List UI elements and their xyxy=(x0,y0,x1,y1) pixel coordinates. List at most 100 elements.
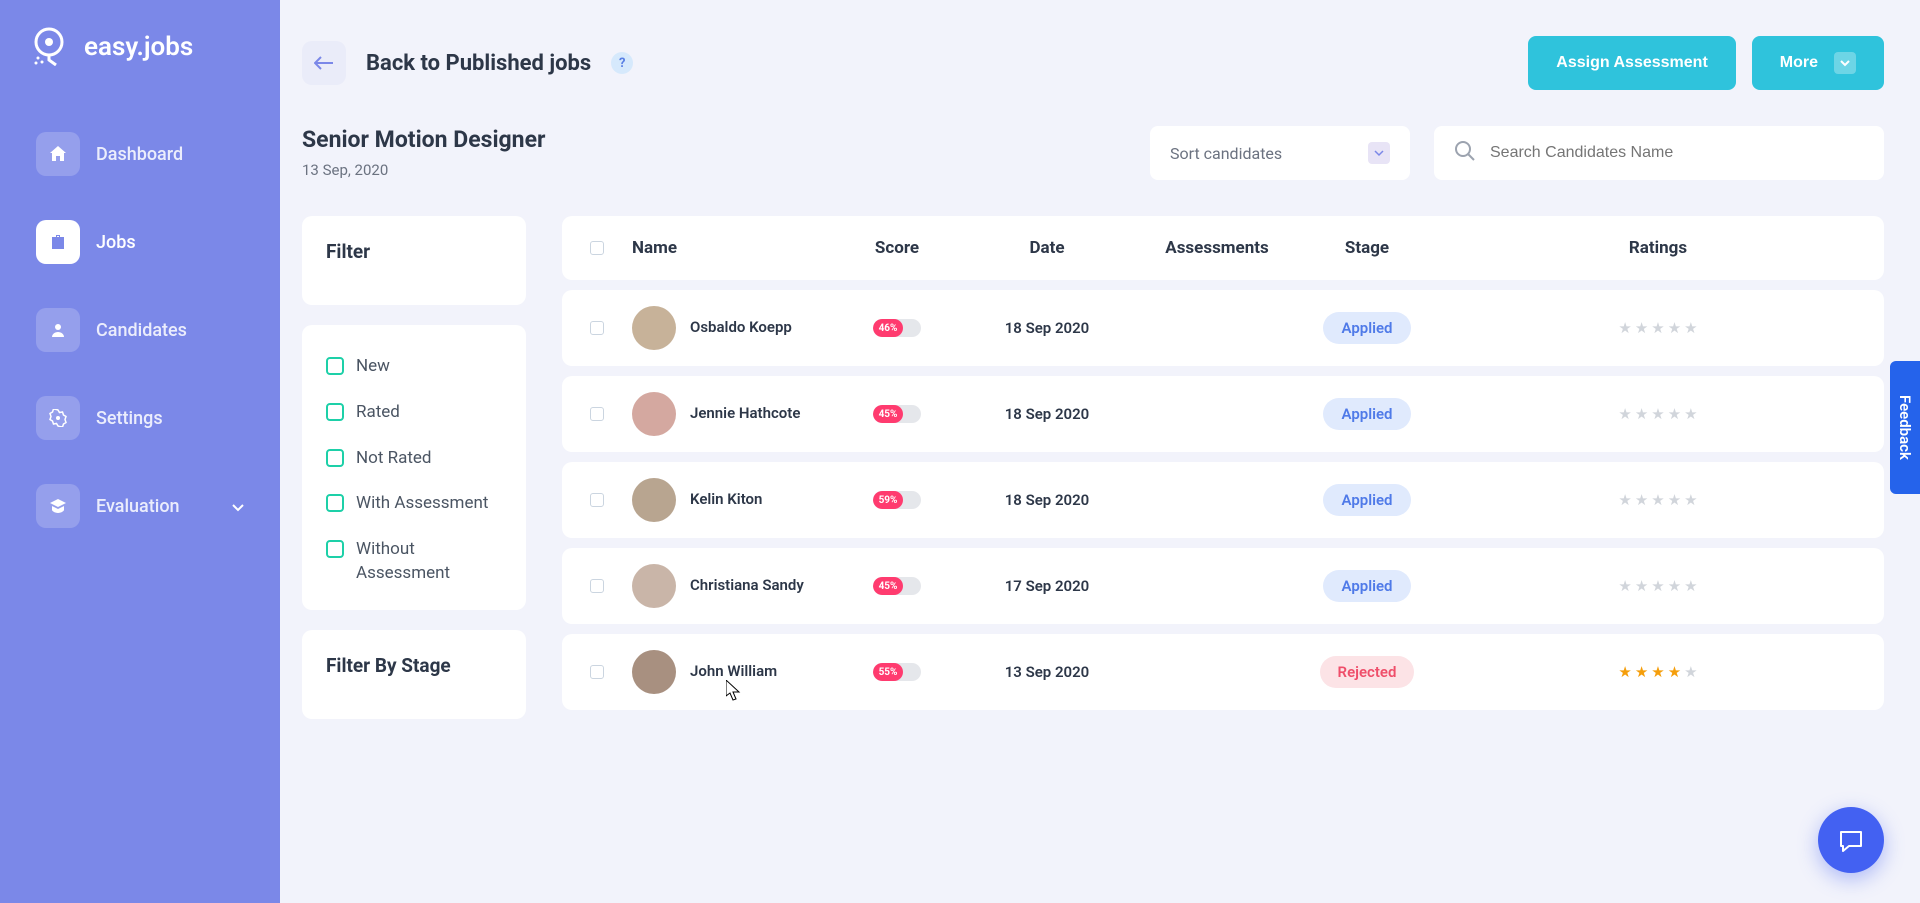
candidate-name: Kelin Kiton xyxy=(690,490,762,510)
star-icon[interactable]: ★ xyxy=(1618,405,1631,423)
briefcase-icon xyxy=(36,220,80,264)
star-icon[interactable]: ★ xyxy=(1651,577,1664,595)
star-icon[interactable]: ★ xyxy=(1684,577,1697,595)
sidebar-item-jobs[interactable]: Jobs xyxy=(20,206,260,278)
checkbox[interactable] xyxy=(326,540,344,558)
star-icon[interactable]: ★ xyxy=(1618,491,1631,509)
job-title: Senior Motion Designer xyxy=(302,126,545,153)
star-icon[interactable]: ★ xyxy=(1635,663,1648,681)
table-row[interactable]: Kelin Kiton59%18 Sep 2020Applied★★★★★ xyxy=(562,462,1884,538)
sidebar-item-dashboard[interactable]: Dashboard xyxy=(20,118,260,190)
row-checkbox[interactable] xyxy=(590,579,604,593)
filter-title: Filter xyxy=(326,240,502,263)
filter-option-not-rated[interactable]: Not Rated xyxy=(326,447,502,471)
rating-stars[interactable]: ★★★★★ xyxy=(1618,319,1697,337)
th-ratings: Ratings xyxy=(1629,238,1687,258)
star-icon[interactable]: ★ xyxy=(1635,319,1648,337)
stage-badge: Rejected xyxy=(1320,656,1415,688)
filter-option-with-assessment[interactable]: With Assessment xyxy=(326,492,502,516)
checkbox[interactable] xyxy=(326,403,344,421)
chat-icon xyxy=(1837,826,1865,854)
star-icon[interactable]: ★ xyxy=(1668,319,1681,337)
th-assessments: Assessments xyxy=(1165,238,1268,258)
filter-option-new[interactable]: New xyxy=(326,355,502,379)
logo-icon xyxy=(28,24,70,70)
checkbox[interactable] xyxy=(326,494,344,512)
filter-label: With Assessment xyxy=(356,492,488,516)
row-checkbox[interactable] xyxy=(590,493,604,507)
star-icon[interactable]: ★ xyxy=(1651,663,1664,681)
sidebar-item-label: Settings xyxy=(96,408,163,429)
feedback-tab[interactable]: Feedback xyxy=(1890,361,1920,494)
date-text: 18 Sep 2020 xyxy=(1005,491,1090,509)
star-icon[interactable]: ★ xyxy=(1635,577,1648,595)
star-icon[interactable]: ★ xyxy=(1668,491,1681,509)
table-row[interactable]: Osbaldo Koepp46%18 Sep 2020Applied★★★★★ xyxy=(562,290,1884,366)
star-icon[interactable]: ★ xyxy=(1635,405,1648,423)
table-row[interactable]: Jennie Hathcote45%18 Sep 2020Applied★★★★… xyxy=(562,376,1884,452)
filter-label: Without Assessment xyxy=(356,538,502,586)
arrow-left-icon xyxy=(314,56,334,70)
checkbox[interactable] xyxy=(326,357,344,375)
sort-dropdown[interactable]: Sort candidates xyxy=(1150,126,1410,180)
sidebar-item-label: Candidates xyxy=(96,320,187,341)
logo[interactable]: easy.jobs xyxy=(20,24,260,70)
filter-option-without-assessment[interactable]: Without Assessment xyxy=(326,538,502,586)
table-row[interactable]: Christiana Sandy45%17 Sep 2020Applied★★★… xyxy=(562,548,1884,624)
filter-option-rated[interactable]: Rated xyxy=(326,401,502,425)
avatar xyxy=(632,478,676,522)
stage-badge: Applied xyxy=(1323,570,1410,602)
sidebar-item-candidates[interactable]: Candidates xyxy=(20,294,260,366)
sidebar-item-label: Dashboard xyxy=(96,144,183,165)
gear-icon xyxy=(36,396,80,440)
star-icon[interactable]: ★ xyxy=(1635,491,1648,509)
candidate-name: John William xyxy=(690,662,777,682)
rating-stars[interactable]: ★★★★★ xyxy=(1618,405,1697,423)
help-icon[interactable]: ? xyxy=(611,52,633,74)
sidebar-item-label: Evaluation xyxy=(96,496,180,517)
score-pill: 59% xyxy=(873,491,921,509)
filter-stage-card: Filter By Stage xyxy=(302,630,526,719)
page-header: Back to Published jobs ? Assign Assessme… xyxy=(302,36,1884,90)
search-box[interactable] xyxy=(1434,126,1884,180)
main-content: Back to Published jobs ? Assign Assessme… xyxy=(280,0,1920,903)
star-icon[interactable]: ★ xyxy=(1618,663,1631,681)
star-icon[interactable]: ★ xyxy=(1618,577,1631,595)
stage-badge: Applied xyxy=(1323,398,1410,430)
assign-assessment-button[interactable]: Assign Assessment xyxy=(1528,36,1735,90)
table-row[interactable]: John William55%13 Sep 2020Rejected★★★★★ xyxy=(562,634,1884,710)
more-button[interactable]: More xyxy=(1752,36,1884,90)
row-checkbox[interactable] xyxy=(590,321,604,335)
star-icon[interactable]: ★ xyxy=(1684,405,1697,423)
back-button[interactable] xyxy=(302,41,346,85)
date-text: 18 Sep 2020 xyxy=(1005,405,1090,423)
star-icon[interactable]: ★ xyxy=(1668,663,1681,681)
rating-stars[interactable]: ★★★★★ xyxy=(1618,491,1697,509)
star-icon[interactable]: ★ xyxy=(1651,319,1664,337)
rating-stars[interactable]: ★★★★★ xyxy=(1618,577,1697,595)
sidebar-item-settings[interactable]: Settings xyxy=(20,382,260,454)
chat-fab[interactable] xyxy=(1818,807,1884,873)
th-score: Score xyxy=(875,238,919,258)
star-icon[interactable]: ★ xyxy=(1684,319,1697,337)
search-input[interactable] xyxy=(1490,144,1864,162)
sidebar-item-evaluation[interactable]: Evaluation xyxy=(20,470,260,542)
checkbox[interactable] xyxy=(326,449,344,467)
select-all-checkbox[interactable] xyxy=(590,241,604,255)
star-icon[interactable]: ★ xyxy=(1651,405,1664,423)
th-stage: Stage xyxy=(1345,238,1389,258)
star-icon[interactable]: ★ xyxy=(1668,577,1681,595)
star-icon[interactable]: ★ xyxy=(1618,319,1631,337)
filter-panel: Filter New Rated Not Rated xyxy=(302,216,526,739)
star-icon[interactable]: ★ xyxy=(1651,491,1664,509)
search-icon xyxy=(1454,140,1476,166)
star-icon[interactable]: ★ xyxy=(1684,663,1697,681)
score-pill: 45% xyxy=(873,577,921,595)
star-icon[interactable]: ★ xyxy=(1668,405,1681,423)
rating-stars[interactable]: ★★★★★ xyxy=(1618,663,1697,681)
filter-options-card: New Rated Not Rated With Assessment xyxy=(302,325,526,610)
row-checkbox[interactable] xyxy=(590,407,604,421)
score-pill: 45% xyxy=(873,405,921,423)
star-icon[interactable]: ★ xyxy=(1684,491,1697,509)
row-checkbox[interactable] xyxy=(590,665,604,679)
